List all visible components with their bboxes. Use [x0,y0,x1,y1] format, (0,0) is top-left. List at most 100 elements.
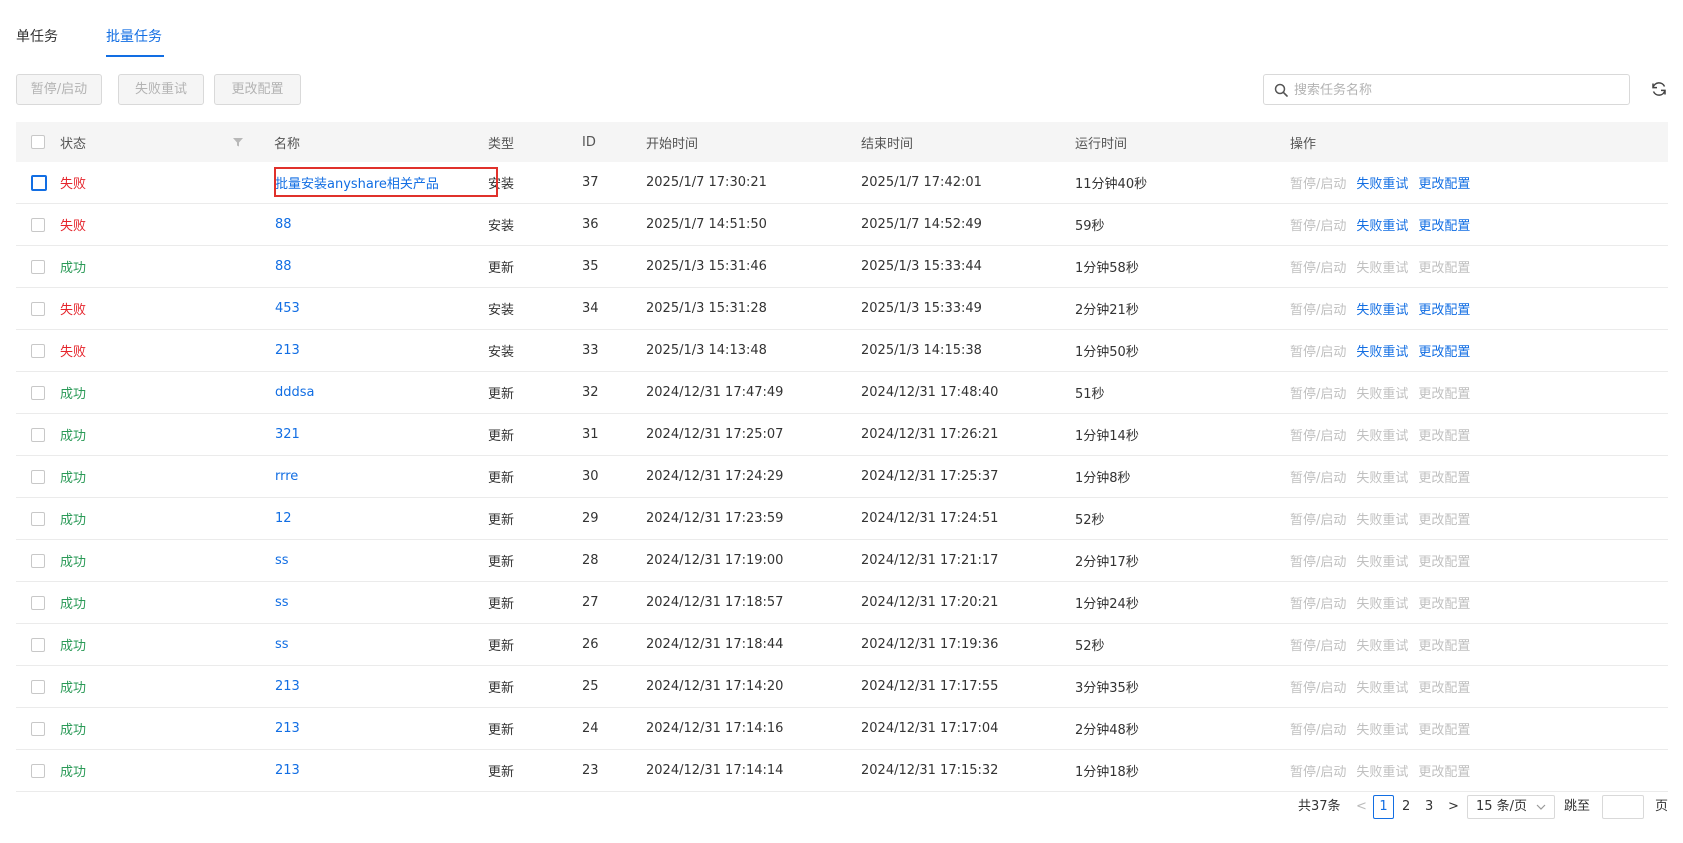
task-name-link[interactable]: 213 [275,750,300,791]
task-name-link[interactable]: 213 [275,330,300,371]
row-checkbox[interactable] [31,553,45,568]
row-checkbox[interactable] [31,217,45,232]
row-retry-failed-action[interactable]: 失败重试 [1356,467,1408,486]
row-change-config-action[interactable]: 更改配置 [1418,761,1470,780]
table-row[interactable]: 成功 ss 更新 28 2024/12/31 17:19:00 2024/12/31 17… [16,540,1668,582]
page-size-select[interactable]: 15 条/页 [1467,795,1555,819]
table-row[interactable]: 失败 213 安装 33 2025/1/3 14:13:48 2025/1/3 14:15… [16,330,1668,372]
row-change-config-action[interactable]: 更改配置 [1418,635,1470,654]
row-pause-start-action[interactable]: 暂停/启动 [1290,677,1346,696]
row-change-config-action[interactable]: 更改配置 [1418,509,1470,528]
row-checkbox[interactable] [31,595,45,610]
row-change-config-action[interactable]: 更改配置 [1418,215,1470,234]
row-change-config-action[interactable]: 更改配置 [1418,257,1470,276]
row-pause-start-action[interactable]: 暂停/启动 [1290,341,1346,360]
row-retry-failed-action[interactable]: 失败重试 [1356,593,1408,612]
refresh-icon[interactable] [1650,80,1668,98]
table-row[interactable]: 成功 213 更新 25 2024/12/31 17:14:20 2024/12/31 1… [16,666,1668,708]
task-name-link[interactable]: 453 [275,288,300,329]
page-3-button[interactable]: 3 [1425,795,1433,819]
task-name-link[interactable]: 213 [275,708,300,749]
pause-start-button[interactable]: 暂停/启动 [16,74,102,105]
row-checkbox[interactable] [31,259,45,274]
row-change-config-action[interactable]: 更改配置 [1418,719,1470,738]
row-checkbox[interactable] [31,174,47,191]
search-input[interactable] [1292,79,1616,102]
row-retry-failed-action[interactable]: 失败重试 [1356,677,1408,696]
page-2-button[interactable]: 2 [1402,795,1410,819]
row-pause-start-action[interactable]: 暂停/启动 [1290,719,1346,738]
row-pause-start-action[interactable]: 暂停/启动 [1290,215,1346,234]
table-row[interactable]: 失败 批量安装anyshare相关产品 安装 37 2025/1/7 17:30:21 2… [16,162,1668,204]
row-retry-failed-action[interactable]: 失败重试 [1356,173,1408,192]
row-pause-start-action[interactable]: 暂停/启动 [1290,467,1346,486]
row-change-config-action[interactable]: 更改配置 [1418,467,1470,486]
table-row[interactable]: 成功 ss 更新 26 2024/12/31 17:18:44 2024/12/31 17… [16,624,1668,666]
table-row[interactable]: 失败 453 安装 34 2025/1/3 15:31:28 2025/1/3 15:33… [16,288,1668,330]
task-name-link[interactable]: 213 [275,666,300,707]
row-change-config-action[interactable]: 更改配置 [1418,173,1470,192]
task-name-link[interactable]: 88 [275,246,292,287]
task-name-link[interactable]: ss [275,624,289,665]
table-row[interactable]: 成功 ss 更新 27 2024/12/31 17:18:57 2024/12/31 17… [16,582,1668,624]
row-pause-start-action[interactable]: 暂停/启动 [1290,173,1346,192]
row-pause-start-action[interactable]: 暂停/启动 [1290,299,1346,318]
table-row[interactable]: 成功 rrre 更新 30 2024/12/31 17:24:29 2024/12/31 … [16,456,1668,498]
row-change-config-action[interactable]: 更改配置 [1418,425,1470,444]
prev-page-button[interactable]: < [1356,795,1367,819]
table-row[interactable]: 成功 12 更新 29 2024/12/31 17:23:59 2024/12/31 17… [16,498,1668,540]
row-checkbox[interactable] [31,763,45,778]
row-pause-start-action[interactable]: 暂停/启动 [1290,383,1346,402]
row-pause-start-action[interactable]: 暂停/启动 [1290,509,1346,528]
table-row[interactable]: 成功 213 更新 23 2024/12/31 17:14:14 2024/12/31 1… [16,750,1668,792]
row-retry-failed-action[interactable]: 失败重试 [1356,299,1408,318]
row-checkbox[interactable] [31,301,45,316]
row-retry-failed-action[interactable]: 失败重试 [1356,425,1408,444]
table-row[interactable]: 成功 321 更新 31 2024/12/31 17:25:07 2024/12/31 1… [16,414,1668,456]
row-change-config-action[interactable]: 更改配置 [1418,383,1470,402]
task-name-link[interactable]: 88 [275,204,292,245]
task-name-link[interactable]: ss [275,582,289,623]
row-retry-failed-action[interactable]: 失败重试 [1356,551,1408,570]
row-pause-start-action[interactable]: 暂停/启动 [1290,257,1346,276]
row-checkbox[interactable] [31,343,45,358]
row-checkbox[interactable] [31,385,45,400]
filter-icon[interactable] [232,136,244,148]
row-change-config-action[interactable]: 更改配置 [1418,299,1470,318]
row-checkbox[interactable] [31,469,45,484]
row-change-config-action[interactable]: 更改配置 [1418,341,1470,360]
task-name-link[interactable]: dddsa [275,372,315,413]
row-retry-failed-action[interactable]: 失败重试 [1356,383,1408,402]
tab-single-task[interactable]: 单任务 [16,26,58,46]
table-row[interactable]: 成功 88 更新 35 2025/1/3 15:31:46 2025/1/3 15:33:… [16,246,1668,288]
row-pause-start-action[interactable]: 暂停/启动 [1290,425,1346,444]
row-pause-start-action[interactable]: 暂停/启动 [1290,761,1346,780]
task-name-link[interactable]: 12 [275,498,292,539]
row-retry-failed-action[interactable]: 失败重试 [1356,761,1408,780]
table-row[interactable]: 成功 dddsa 更新 32 2024/12/31 17:47:49 2024/12/31… [16,372,1668,414]
change-config-button[interactable]: 更改配置 [214,74,301,105]
row-retry-failed-action[interactable]: 失败重试 [1356,719,1408,738]
table-row[interactable]: 成功 213 更新 24 2024/12/31 17:14:16 2024/12/31 1… [16,708,1668,750]
row-retry-failed-action[interactable]: 失败重试 [1356,509,1408,528]
row-pause-start-action[interactable]: 暂停/启动 [1290,551,1346,570]
row-retry-failed-action[interactable]: 失败重试 [1356,635,1408,654]
task-name-link[interactable]: 321 [275,414,300,455]
tab-batch-task[interactable]: 批量任务 [106,26,162,46]
retry-failed-button[interactable]: 失败重试 [118,74,204,105]
task-name-link[interactable]: ss [275,540,289,581]
row-checkbox[interactable] [31,427,45,442]
task-name-link[interactable]: 批量安装anyshare相关产品 [275,162,439,203]
select-all-checkbox[interactable] [31,135,45,149]
row-checkbox[interactable] [31,721,45,736]
row-checkbox[interactable] [31,637,45,652]
row-checkbox[interactable] [31,679,45,694]
row-change-config-action[interactable]: 更改配置 [1418,551,1470,570]
table-row[interactable]: 失败 88 安装 36 2025/1/7 14:51:50 2025/1/7 14:52:… [16,204,1668,246]
row-retry-failed-action[interactable]: 失败重试 [1356,341,1408,360]
page-1-button[interactable]: 1 [1373,795,1394,819]
row-change-config-action[interactable]: 更改配置 [1418,677,1470,696]
row-retry-failed-action[interactable]: 失败重试 [1356,215,1408,234]
next-page-button[interactable]: > [1448,795,1459,819]
row-pause-start-action[interactable]: 暂停/启动 [1290,593,1346,612]
